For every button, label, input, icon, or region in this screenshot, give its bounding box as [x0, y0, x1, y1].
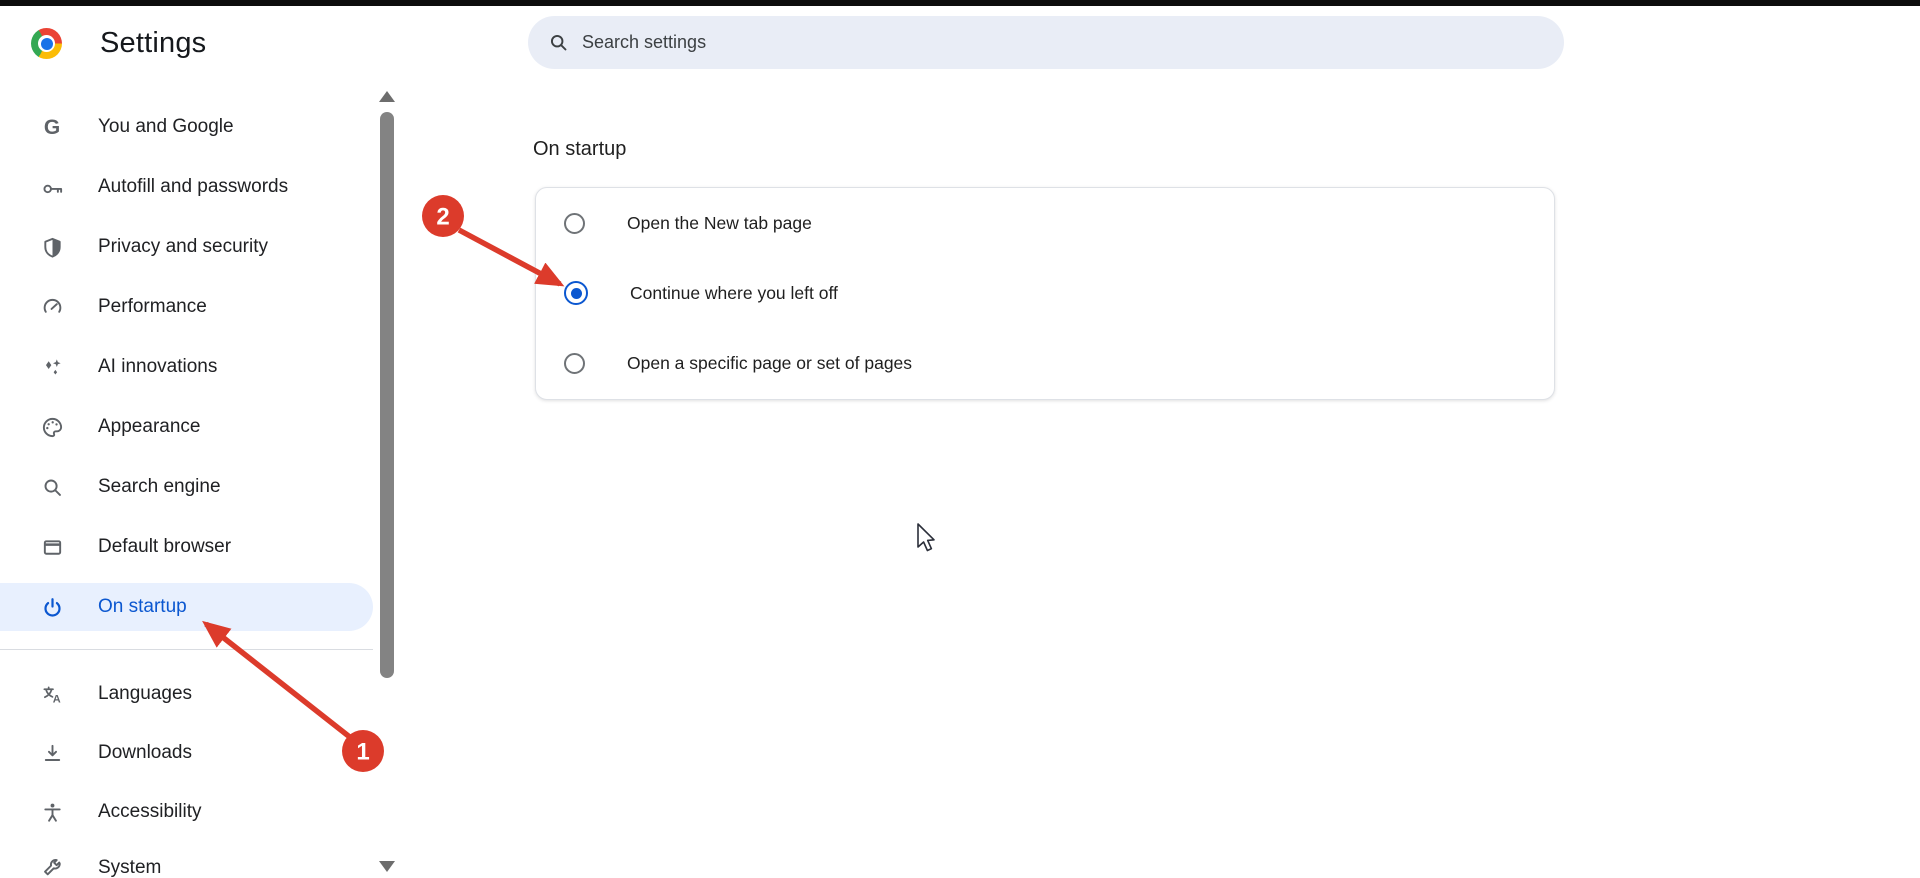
sidebar-item-system[interactable]: System: [0, 844, 373, 878]
radio-unselected[interactable]: [564, 353, 585, 374]
sidebar-item-ai-innovations[interactable]: AI innovations: [0, 343, 373, 391]
google-g-icon: G: [40, 115, 64, 139]
sidebar-item-performance[interactable]: Performance: [0, 283, 373, 331]
sidebar-divider: [0, 649, 373, 650]
svg-text:A: A: [52, 693, 60, 705]
section-title: On startup: [533, 138, 626, 161]
sparkles-icon: [40, 355, 64, 379]
accessibility-icon: [40, 800, 64, 824]
translate-icon: A: [40, 682, 64, 706]
scrollbar-up-arrow[interactable]: [379, 91, 395, 102]
sidebar-item-appearance[interactable]: Appearance: [0, 403, 373, 451]
search-icon: [548, 32, 569, 53]
option-open-specific-pages[interactable]: Open a specific page or set of pages: [536, 329, 1554, 399]
scrollbar-thumb[interactable]: [380, 112, 394, 678]
key-icon: [40, 175, 64, 199]
power-icon: [40, 595, 64, 619]
chrome-logo: [31, 28, 62, 59]
svg-text:G: G: [44, 116, 60, 139]
top-window-strip: [0, 0, 1920, 6]
annotation-badge-2-number: 2: [436, 204, 449, 231]
sidebar-item-search-engine[interactable]: Search engine: [0, 463, 373, 511]
sidebar-item-default-browser[interactable]: Default browser: [0, 523, 373, 571]
sidebar-item-on-startup[interactable]: On startup: [0, 583, 373, 631]
speedometer-icon: [40, 295, 64, 319]
sidebar-item-privacy[interactable]: Privacy and security: [0, 223, 373, 271]
radio-dot: [571, 288, 582, 299]
annotation-badge-2: [422, 195, 464, 237]
on-startup-options-card: Open the New tab page Continue where you…: [535, 187, 1555, 400]
sidebar-item-languages[interactable]: A Languages: [0, 670, 373, 718]
radio-selected[interactable]: [564, 281, 588, 305]
chrome-logo-center: [41, 38, 53, 50]
shield-icon: [40, 235, 64, 259]
sidebar-item-autofill[interactable]: Autofill and passwords: [0, 163, 373, 211]
sidebar-item-downloads[interactable]: Downloads: [0, 729, 373, 777]
sidebar-item-you-and-google[interactable]: G You and Google: [0, 103, 373, 151]
option-open-new-tab-page[interactable]: Open the New tab page: [536, 188, 1554, 258]
scrollbar-down-arrow[interactable]: [379, 861, 395, 872]
settings-search-bar[interactable]: [528, 16, 1564, 69]
sidebar-item-accessibility[interactable]: Accessibility: [0, 788, 373, 836]
search-input[interactable]: [582, 32, 1482, 53]
option-continue-where-left-off[interactable]: Continue where you left off: [536, 258, 1554, 328]
palette-icon: [40, 415, 64, 439]
download-icon: [40, 741, 64, 765]
magnifier-icon: [40, 475, 64, 499]
radio-unselected[interactable]: [564, 213, 585, 234]
page-title: Settings: [100, 27, 206, 60]
mouse-cursor: [918, 524, 934, 551]
wrench-icon: [40, 856, 64, 878]
browser-window-icon: [40, 535, 64, 559]
